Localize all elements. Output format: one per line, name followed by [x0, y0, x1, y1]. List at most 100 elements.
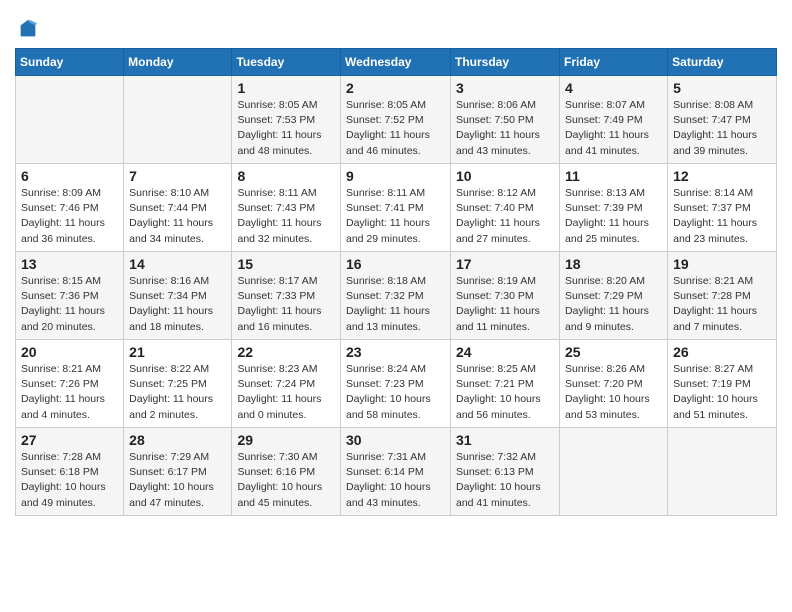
calendar-cell: 29Sunrise: 7:30 AM Sunset: 6:16 PM Dayli… [232, 428, 341, 516]
calendar-week-row: 13 Sunrise: 8:15 AM Sunset: 7:36 PM Dayli… [16, 252, 777, 340]
day-number: 27 [21, 432, 118, 448]
calendar-cell: 26 Sunrise: 8:27 AM Sunset: 7:19 PM Dayli… [668, 340, 777, 428]
calendar-cell: 22 Sunrise: 8:23 AM Sunset: 7:24 PM Dayli… [232, 340, 341, 428]
calendar-cell: 8 Sunrise: 8:11 AM Sunset: 7:43 PM Daylig… [232, 164, 341, 252]
day-info: Sunrise: 7:32 AM Sunset: 6:13 PM Dayligh… [456, 450, 554, 511]
day-info: Sunrise: 8:23 AM Sunset: 7:24 PM Dayligh… [237, 362, 335, 423]
calendar-cell [560, 428, 668, 516]
calendar-cell: 27Sunrise: 7:28 AM Sunset: 6:18 PM Dayli… [16, 428, 124, 516]
day-info: Sunrise: 8:27 AM Sunset: 7:19 PM Dayligh… [673, 362, 771, 423]
calendar-cell [16, 76, 124, 164]
calendar-cell: 11 Sunrise: 8:13 AM Sunset: 7:39 PM Dayli… [560, 164, 668, 252]
day-info: Sunrise: 8:16 AM Sunset: 7:34 PM Dayligh… [129, 274, 226, 335]
calendar-cell: 7 Sunrise: 8:10 AM Sunset: 7:44 PM Daylig… [124, 164, 232, 252]
logo-icon [17, 18, 39, 40]
day-number: 24 [456, 344, 554, 360]
day-number: 1 [237, 80, 335, 96]
calendar-cell: 15 Sunrise: 8:17 AM Sunset: 7:33 PM Dayli… [232, 252, 341, 340]
day-number: 28 [129, 432, 226, 448]
calendar-cell: 25 Sunrise: 8:26 AM Sunset: 7:20 PM Dayli… [560, 340, 668, 428]
day-info: Sunrise: 8:11 AM Sunset: 7:43 PM Dayligh… [237, 186, 335, 247]
day-number: 19 [673, 256, 771, 272]
day-number: 8 [237, 168, 335, 184]
day-of-week-header: Thursday [451, 49, 560, 76]
day-of-week-header: Sunday [16, 49, 124, 76]
day-info: Sunrise: 8:07 AM Sunset: 7:49 PM Dayligh… [565, 98, 662, 159]
day-number: 22 [237, 344, 335, 360]
day-info: Sunrise: 8:21 AM Sunset: 7:26 PM Dayligh… [21, 362, 118, 423]
day-number: 30 [346, 432, 445, 448]
day-info: Sunrise: 8:26 AM Sunset: 7:20 PM Dayligh… [565, 362, 662, 423]
day-number: 10 [456, 168, 554, 184]
calendar-week-row: 1Sunrise: 8:05 AM Sunset: 7:53 PM Daylig… [16, 76, 777, 164]
day-of-week-header: Friday [560, 49, 668, 76]
day-number: 3 [456, 80, 554, 96]
calendar-cell [668, 428, 777, 516]
day-number: 5 [673, 80, 771, 96]
day-info: Sunrise: 8:22 AM Sunset: 7:25 PM Dayligh… [129, 362, 226, 423]
day-info: Sunrise: 8:14 AM Sunset: 7:37 PM Dayligh… [673, 186, 771, 247]
calendar-week-row: 20Sunrise: 8:21 AM Sunset: 7:26 PM Dayli… [16, 340, 777, 428]
day-number: 11 [565, 168, 662, 184]
page-header [15, 10, 777, 40]
calendar-cell: 21 Sunrise: 8:22 AM Sunset: 7:25 PM Dayli… [124, 340, 232, 428]
day-info: Sunrise: 8:09 AM Sunset: 7:46 PM Dayligh… [21, 186, 118, 247]
day-number: 23 [346, 344, 445, 360]
day-info: Sunrise: 8:06 AM Sunset: 7:50 PM Dayligh… [456, 98, 554, 159]
calendar-cell: 12 Sunrise: 8:14 AM Sunset: 7:37 PM Dayli… [668, 164, 777, 252]
day-number: 13 [21, 256, 118, 272]
calendar-week-row: 27Sunrise: 7:28 AM Sunset: 6:18 PM Dayli… [16, 428, 777, 516]
day-number: 14 [129, 256, 226, 272]
day-info: Sunrise: 8:25 AM Sunset: 7:21 PM Dayligh… [456, 362, 554, 423]
day-number: 18 [565, 256, 662, 272]
day-info: Sunrise: 8:10 AM Sunset: 7:44 PM Dayligh… [129, 186, 226, 247]
day-number: 31 [456, 432, 554, 448]
day-of-week-header: Tuesday [232, 49, 341, 76]
day-info: Sunrise: 8:15 AM Sunset: 7:36 PM Dayligh… [21, 274, 118, 335]
calendar-cell: 1Sunrise: 8:05 AM Sunset: 7:53 PM Daylig… [232, 76, 341, 164]
day-number: 12 [673, 168, 771, 184]
logo [15, 18, 39, 40]
day-of-week-header: Wednesday [341, 49, 451, 76]
calendar-cell: 19Sunrise: 8:21 AM Sunset: 7:28 PM Dayli… [668, 252, 777, 340]
day-info: Sunrise: 8:11 AM Sunset: 7:41 PM Dayligh… [346, 186, 445, 247]
calendar-cell: 24 Sunrise: 8:25 AM Sunset: 7:21 PM Dayli… [451, 340, 560, 428]
day-number: 29 [237, 432, 335, 448]
day-number: 21 [129, 344, 226, 360]
calendar-cell: 13 Sunrise: 8:15 AM Sunset: 7:36 PM Dayli… [16, 252, 124, 340]
day-info: Sunrise: 8:17 AM Sunset: 7:33 PM Dayligh… [237, 274, 335, 335]
calendar-cell: 5Sunrise: 8:08 AM Sunset: 7:47 PM Daylig… [668, 76, 777, 164]
day-number: 15 [237, 256, 335, 272]
day-number: 9 [346, 168, 445, 184]
day-info: Sunrise: 8:13 AM Sunset: 7:39 PM Dayligh… [565, 186, 662, 247]
day-of-week-header: Saturday [668, 49, 777, 76]
calendar-cell: 4 Sunrise: 8:07 AM Sunset: 7:49 PM Daylig… [560, 76, 668, 164]
calendar-table: SundayMondayTuesdayWednesdayThursdayFrid… [15, 48, 777, 516]
calendar-cell: 31 Sunrise: 7:32 AM Sunset: 6:13 PM Dayli… [451, 428, 560, 516]
day-number: 4 [565, 80, 662, 96]
day-number: 16 [346, 256, 445, 272]
calendar-cell: 23 Sunrise: 8:24 AM Sunset: 7:23 PM Dayli… [341, 340, 451, 428]
day-info: Sunrise: 8:20 AM Sunset: 7:29 PM Dayligh… [565, 274, 662, 335]
day-info: Sunrise: 8:18 AM Sunset: 7:32 PM Dayligh… [346, 274, 445, 335]
calendar-cell [124, 76, 232, 164]
day-info: Sunrise: 7:29 AM Sunset: 6:17 PM Dayligh… [129, 450, 226, 511]
calendar-week-row: 6Sunrise: 8:09 AM Sunset: 7:46 PM Daylig… [16, 164, 777, 252]
calendar-cell: 10Sunrise: 8:12 AM Sunset: 7:40 PM Dayli… [451, 164, 560, 252]
day-number: 2 [346, 80, 445, 96]
calendar-cell: 30 Sunrise: 7:31 AM Sunset: 6:14 PM Dayli… [341, 428, 451, 516]
day-of-week-header: Monday [124, 49, 232, 76]
calendar-cell: 2Sunrise: 8:05 AM Sunset: 7:52 PM Daylig… [341, 76, 451, 164]
day-number: 26 [673, 344, 771, 360]
calendar-header-row: SundayMondayTuesdayWednesdayThursdayFrid… [16, 49, 777, 76]
calendar-cell: 14 Sunrise: 8:16 AM Sunset: 7:34 PM Dayli… [124, 252, 232, 340]
calendar-cell: 18 Sunrise: 8:20 AM Sunset: 7:29 PM Dayli… [560, 252, 668, 340]
calendar-cell: 28 Sunrise: 7:29 AM Sunset: 6:17 PM Dayli… [124, 428, 232, 516]
day-info: Sunrise: 8:24 AM Sunset: 7:23 PM Dayligh… [346, 362, 445, 423]
calendar-cell: 3 Sunrise: 8:06 AM Sunset: 7:50 PM Daylig… [451, 76, 560, 164]
day-number: 7 [129, 168, 226, 184]
calendar-cell: 6Sunrise: 8:09 AM Sunset: 7:46 PM Daylig… [16, 164, 124, 252]
day-number: 25 [565, 344, 662, 360]
calendar-cell: 20Sunrise: 8:21 AM Sunset: 7:26 PM Dayli… [16, 340, 124, 428]
day-info: Sunrise: 7:31 AM Sunset: 6:14 PM Dayligh… [346, 450, 445, 511]
